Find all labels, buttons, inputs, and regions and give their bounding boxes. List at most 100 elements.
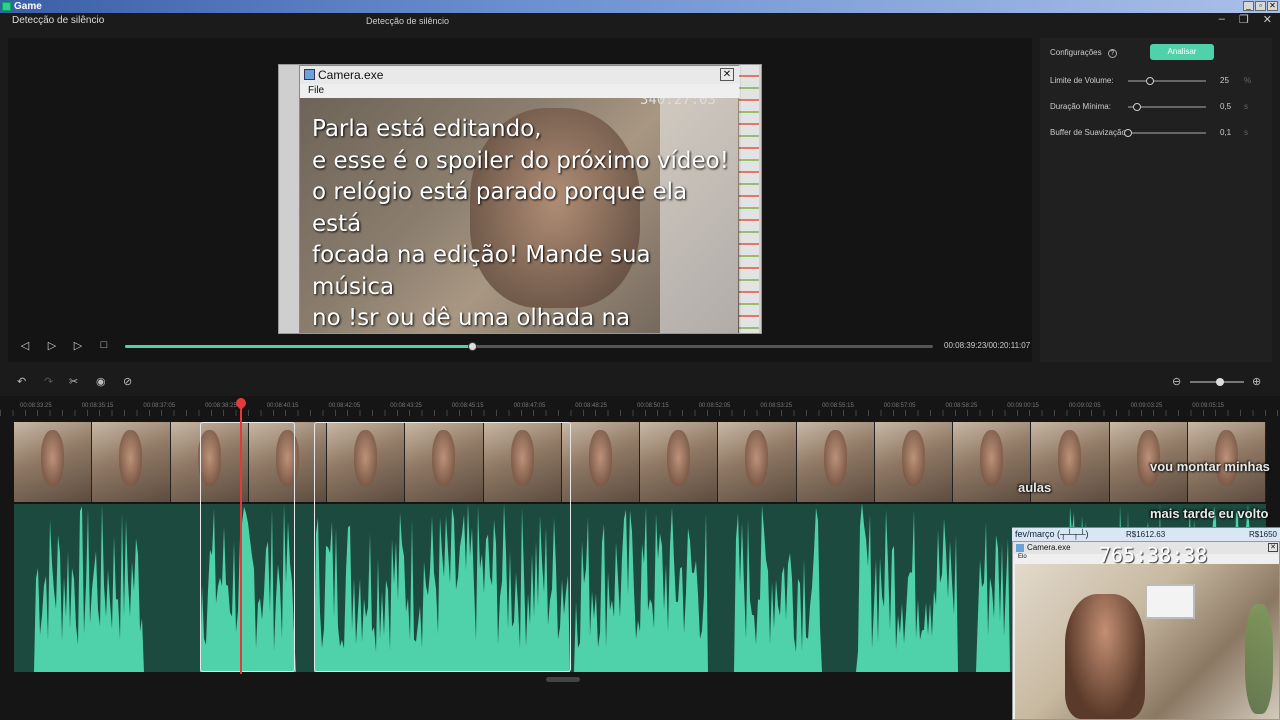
- ruler-tick-label: 00:08:57:05: [883, 403, 916, 409]
- cut-icon[interactable]: ✂: [69, 375, 78, 388]
- ruler-tick-label: 00:08:38:25: [205, 403, 237, 409]
- side-chat-strip: [739, 65, 759, 333]
- min-duration-label: Duração Mínima:: [1050, 102, 1111, 111]
- app-icon: [2, 2, 11, 11]
- donation-label: fev/março (┬┴┬┴): [1015, 529, 1089, 539]
- webcam-menu: Elo: [1018, 554, 1027, 560]
- ruler-tick-label: 00:09:00:15: [1007, 403, 1039, 409]
- webcam-feed: [1015, 564, 1279, 719]
- volume-threshold-value: 25: [1220, 76, 1229, 85]
- close-button[interactable]: ✕: [1263, 13, 1272, 26]
- overlay-message: Parla está editando, e esse é o spoiler …: [312, 116, 729, 331]
- ruler-tick-label: 00:08:50:15: [637, 403, 669, 409]
- camera-window-titlebar: Camera.exe ✕: [300, 66, 740, 84]
- webcam-overlay: Camera.exe ✕ Elo 765:38:38: [1012, 541, 1280, 720]
- undo-icon[interactable]: ↶: [17, 375, 26, 388]
- camera-app-icon: [1016, 544, 1024, 552]
- redo-icon[interactable]: ↷: [44, 375, 53, 388]
- os-window-title: Game: [14, 1, 42, 12]
- ruler-marks: [0, 410, 1280, 416]
- min-duration-value: 0,5: [1220, 102, 1232, 111]
- video-thumbnail: [718, 422, 797, 502]
- timeline-toolbar: ↶ ↷ ✂ ◉ ⊘ ⊖ ⊕: [0, 370, 1280, 394]
- chat-message: vou montar minhas: [1150, 459, 1270, 474]
- ruler-tick-label: 00:08:42:05: [328, 403, 361, 409]
- ruler-tick-label: 00:08:48:25: [575, 403, 607, 409]
- settings-header: Configurações ?: [1050, 48, 1117, 58]
- timeline-scrollbar[interactable]: [546, 677, 580, 682]
- play-button[interactable]: ▷: [71, 339, 85, 352]
- camera-window: Camera.exe ✕ File 340:27:03 Parla está e…: [299, 65, 741, 333]
- progress-fill: [125, 345, 473, 348]
- help-icon[interactable]: ?: [1107, 49, 1117, 58]
- close-icon: ✕: [720, 68, 734, 81]
- video-thumbnail: [14, 422, 93, 502]
- background-monitor: [1145, 584, 1195, 619]
- playhead[interactable]: [233, 396, 249, 674]
- camera-feed: 340:27:03 Parla está editando, e esse é …: [300, 98, 740, 333]
- min-duration-slider[interactable]: [1128, 103, 1206, 111]
- ruler-tick-label: 00:08:37:05: [143, 403, 176, 409]
- volume-threshold-unit: %: [1244, 76, 1252, 85]
- volume-threshold-label: Limite de Volume:: [1050, 76, 1114, 85]
- smoothing-buffer-unit: s: [1244, 128, 1248, 137]
- playback-progress[interactable]: [125, 342, 933, 351]
- camera-window-title: Camera.exe: [318, 68, 384, 82]
- donation-amount: R$1612.63: [1126, 530, 1166, 539]
- volume-threshold-slider[interactable]: [1128, 77, 1206, 85]
- streamer: [1065, 594, 1145, 719]
- smoothing-buffer-value: 0,1: [1220, 128, 1232, 137]
- minimize-button[interactable]: –: [1219, 13, 1225, 26]
- donation-goal-bar: fev/março (┬┴┬┴) R$1612.63 R$1650: [1012, 527, 1280, 541]
- zoom-in-icon[interactable]: ⊕: [1252, 375, 1261, 388]
- stop-button[interactable]: □: [97, 339, 111, 351]
- progress-handle[interactable]: [468, 342, 478, 351]
- transport-controls: ◁ ▷ ▷ □ 00:08:39:23/00:20:11:07: [8, 336, 1032, 358]
- ruler-tick-label: 00:08:52:05: [698, 403, 731, 409]
- ruler-tick-label: 00:09:02:05: [1068, 403, 1101, 409]
- slider-handle[interactable]: [1133, 103, 1142, 111]
- ruler-tick-label: 00:08:40:15: [266, 403, 299, 409]
- analyze-button[interactable]: Analisar: [1150, 44, 1214, 60]
- selected-segment[interactable]: [200, 422, 295, 672]
- video-thumbnail: [640, 422, 719, 502]
- slider-handle[interactable]: [1145, 77, 1154, 85]
- settings-title: Configurações: [1050, 48, 1102, 57]
- video-thumbnail: [561, 422, 640, 502]
- hide-icon[interactable]: ⊘: [123, 375, 132, 388]
- app-title: Detecção de silêncio: [12, 15, 105, 26]
- smoothing-buffer-row: Buffer de Suavização: 0,1 s: [1050, 126, 1270, 140]
- volume-threshold-row: Limite de Volume: 25 %: [1050, 74, 1270, 88]
- ruler-tick-label: 00:08:53:25: [760, 403, 793, 409]
- smoothing-buffer-slider[interactable]: [1124, 129, 1206, 137]
- video-thumbnail: [874, 422, 953, 502]
- video-thumbnail: [796, 422, 875, 502]
- ruler-tick-label: 00:09:05:15: [1192, 403, 1224, 409]
- ruler-tick-label: 00:08:58:25: [945, 403, 978, 409]
- next-frame-button[interactable]: ▷: [45, 339, 59, 352]
- maximize-button[interactable]: ❐: [1239, 13, 1249, 26]
- slider-handle[interactable]: [1124, 129, 1132, 137]
- eye-icon[interactable]: ◉: [96, 375, 106, 388]
- os-close-button[interactable]: ✕: [1267, 1, 1278, 11]
- ruler-tick-label: 00:08:47:05: [513, 403, 546, 409]
- os-restore-button[interactable]: ▫: [1255, 1, 1266, 11]
- previous-frame-button[interactable]: ◁: [18, 339, 32, 352]
- webcam-title: Camera.exe: [1027, 543, 1071, 552]
- selected-segment[interactable]: [314, 422, 571, 672]
- video-thumbnail: [92, 422, 171, 502]
- chat-message: mais tarde eu volto: [1150, 506, 1269, 521]
- os-minimize-button[interactable]: _: [1243, 1, 1254, 11]
- webcam-timer: 765:38:38: [1099, 543, 1208, 567]
- background-plant: [1245, 604, 1273, 714]
- time-ruler[interactable]: 00:08:33:25 00:08:35:15 00:08:37:05 00:08:3…: [0, 396, 1280, 416]
- zoom-handle[interactable]: [1215, 378, 1224, 386]
- zoom-out-icon[interactable]: ⊖: [1172, 375, 1181, 388]
- camera-app-icon: [304, 69, 315, 80]
- settings-panel: Configurações ? Analisar Limite de Volum…: [1040, 38, 1272, 362]
- ruler-tick-label: 00:08:35:15: [81, 403, 114, 409]
- close-icon: ✕: [1268, 543, 1278, 552]
- camera-timer: 340:27:03: [640, 98, 716, 108]
- ruler-tick-label: 00:08:33:25: [20, 403, 52, 409]
- donation-goal: R$1650: [1248, 530, 1277, 539]
